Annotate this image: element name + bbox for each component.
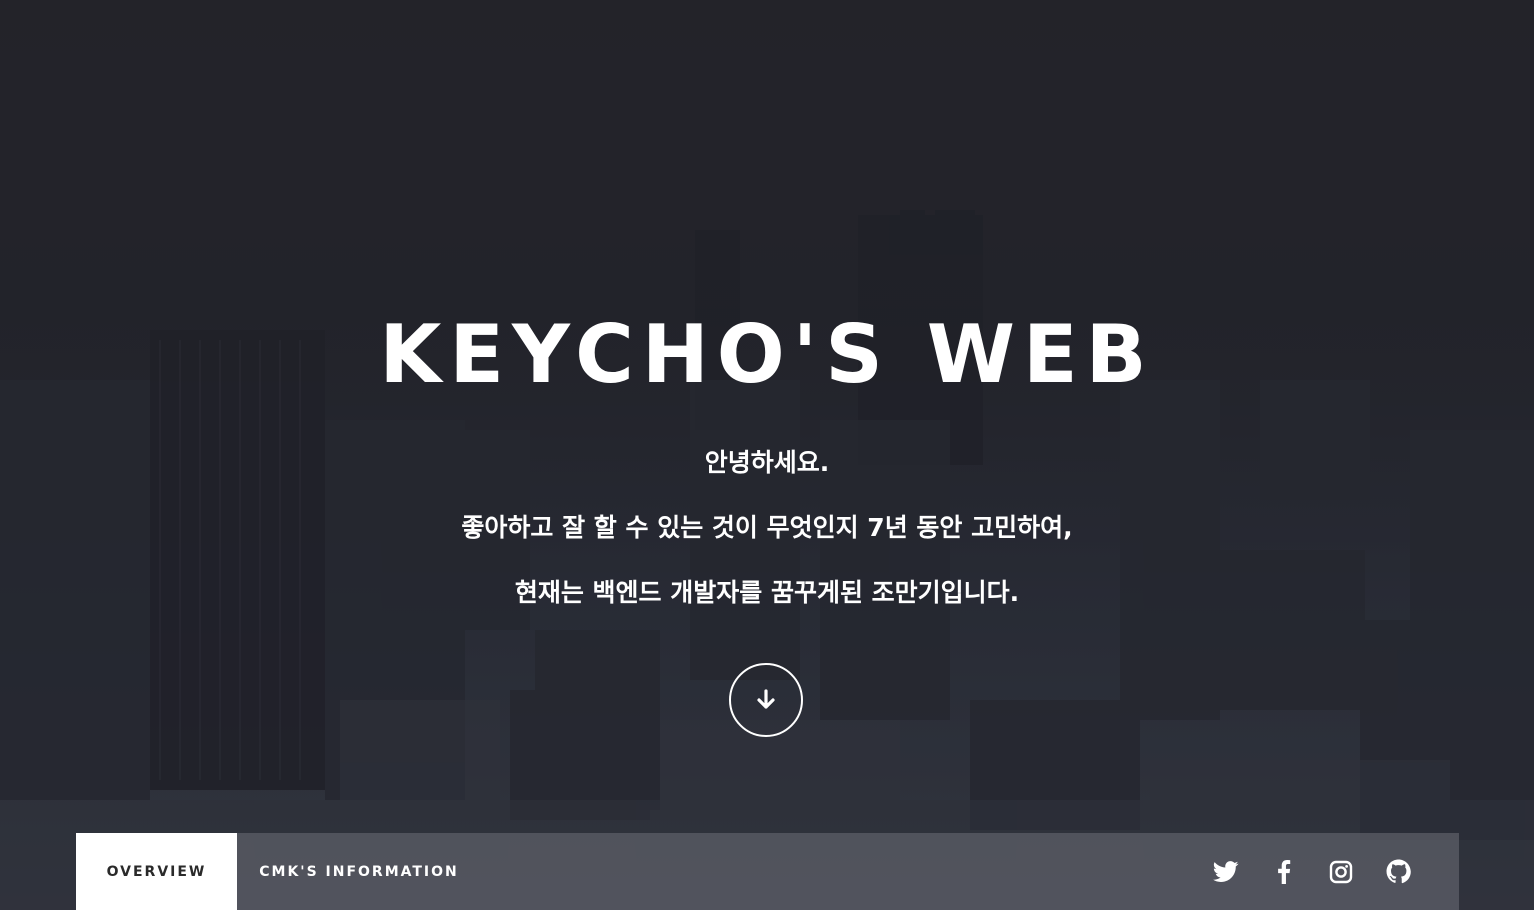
bottom-navbar: OVERVIEW CMK'S INFORMATION <box>76 833 1459 910</box>
twitter-icon <box>1213 860 1239 882</box>
facebook-icon <box>1278 859 1291 884</box>
hero-section: KEYCHO'S WEB 안녕하세요. 좋아하고 잘 할 수 있는 것이 무엇인… <box>0 300 1534 625</box>
site-title: KEYCHO'S WEB <box>379 308 1155 401</box>
scroll-down-button[interactable] <box>729 663 803 737</box>
arrow-down-icon <box>757 689 775 709</box>
github-link[interactable] <box>1378 833 1418 910</box>
tab-overview[interactable]: OVERVIEW <box>76 833 237 910</box>
twitter-link[interactable] <box>1206 833 1246 910</box>
intro-line-3: 현재는 백엔드 개발자를 꿈꾸게된 조만기입니다. <box>514 578 1020 607</box>
intro-line-2: 좋아하고 잘 할 수 있는 것이 무엇인지 7년 동안 고민하여, <box>461 513 1073 542</box>
instagram-link[interactable] <box>1321 833 1361 910</box>
intro-line-1: 안녕하세요. <box>704 448 830 477</box>
github-icon <box>1386 859 1411 884</box>
tab-cmks-information[interactable]: CMK'S INFORMATION <box>237 833 481 910</box>
facebook-link[interactable] <box>1264 833 1304 910</box>
instagram-icon <box>1329 860 1353 883</box>
